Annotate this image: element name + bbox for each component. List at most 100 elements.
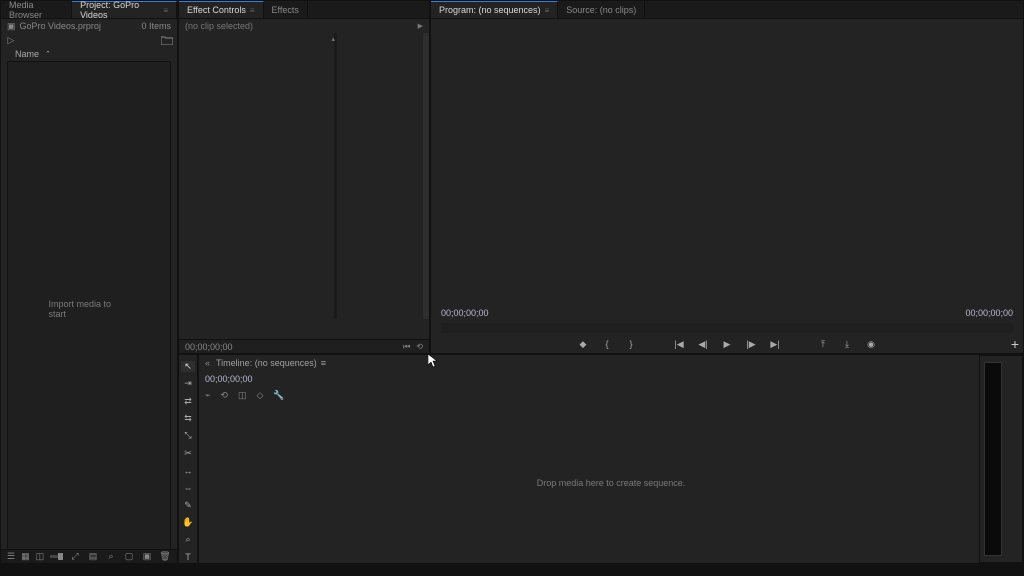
sort-icons-button[interactable]: ⤢	[69, 552, 81, 562]
project-path-row: ▣ GoPro Videos.prproj 0 Items	[1, 19, 177, 33]
export-frame-button[interactable]: ◉	[864, 337, 878, 351]
timeline-options: ⌁ ⟲ ◫ ◇ 🔧	[199, 387, 1023, 403]
slide-tool[interactable]: ⇔	[181, 482, 195, 493]
tab-program[interactable]: Program: (no sequences) ≡	[431, 1, 558, 18]
status-bar	[0, 564, 1024, 576]
tab-label: Program: (no sequences)	[439, 5, 541, 15]
program-tabbar: Program: (no sequences) ≡ Source: (no cl…	[431, 1, 1023, 19]
sort-caret-icon: ⌃	[45, 50, 51, 58]
program-video-area[interactable]	[431, 19, 1023, 305]
ec-timecode[interactable]: 00;00;00;00	[185, 342, 233, 352]
play-toggle-button[interactable]: ▶	[720, 337, 734, 351]
loop-playback-icon[interactable]: ⟲	[416, 342, 423, 352]
project-panel: Media Browser Project: GoPro Videos ≡ ▣ …	[0, 0, 178, 564]
tab-label: Effect Controls	[187, 5, 246, 15]
timeline-header: « Timeline: (no sequences) ≡	[199, 355, 1023, 371]
tab-source[interactable]: Source: (no clips)	[558, 1, 645, 18]
step-back-button[interactable]: ◀|	[696, 337, 710, 351]
mark-in-button[interactable]: {	[600, 337, 614, 351]
mark-out-button[interactable]: }	[624, 337, 638, 351]
program-monitor-panel: Program: (no sequences) ≡ Source: (no cl…	[430, 0, 1024, 354]
timeline-prev-icon[interactable]: «	[205, 358, 210, 368]
tab-label: Effects	[272, 5, 299, 15]
timeline-panel: « Timeline: (no sequences) ≡ 00;00;00;00…	[198, 354, 1024, 564]
status-indicator-icon[interactable]	[4, 565, 14, 575]
playhead-marker-icon: ▶	[418, 22, 423, 30]
program-ruler[interactable]	[441, 323, 1013, 333]
selection-tool[interactable]: ↖	[181, 361, 195, 372]
ec-splitter[interactable]	[334, 33, 337, 319]
step-forward-button[interactable]: |▶	[744, 337, 758, 351]
column-name-label: Name	[15, 49, 39, 59]
program-time-row: 00;00;00;00 00;00;00;00	[431, 305, 1023, 321]
rolling-edit-tool[interactable]: ⇆	[181, 413, 195, 424]
audio-meter[interactable]	[984, 362, 1002, 556]
tab-menu-icon[interactable]: ≡	[250, 6, 255, 15]
project-file-icon: ▣	[7, 21, 16, 32]
go-to-in-button[interactable]: |◀	[672, 337, 686, 351]
bin-collapse-icon[interactable]: ▷	[5, 35, 17, 45]
tab-project[interactable]: Project: GoPro Videos ≡	[72, 1, 177, 18]
effect-controls-panel: Effect Controls ≡ Effects (no clip selec…	[178, 0, 430, 354]
zoom-to-sequence-icon[interactable]: ⏮	[403, 342, 410, 352]
new-item-button[interactable]: ▣	[141, 552, 153, 562]
timeline-display-settings[interactable]: ◇	[256, 390, 263, 401]
tab-label: Project: GoPro Videos	[80, 0, 159, 20]
project-column-header[interactable]: Name ⌃	[1, 47, 177, 61]
project-item-count: 0 Items	[141, 21, 171, 31]
ec-playhead-icon: ▴	[331, 35, 335, 43]
zoom-slider-thumb[interactable]	[58, 553, 63, 560]
project-tabbar: Media Browser Project: GoPro Videos ≡	[1, 1, 177, 19]
type-tool[interactable]: T	[181, 552, 195, 563]
ec-scrollbar[interactable]	[423, 33, 429, 319]
project-empty-message: Import media to start	[49, 299, 130, 319]
pen-tool[interactable]: ✎	[181, 500, 195, 511]
effect-controls-tabbar: Effect Controls ≡ Effects	[179, 1, 429, 19]
tab-label: Timeline: (no sequences)	[216, 358, 317, 368]
lift-button[interactable]: ⤒	[816, 337, 830, 351]
rate-stretch-tool[interactable]: ⤡	[181, 430, 195, 441]
project-body[interactable]: Import media to start	[7, 61, 171, 557]
extract-button[interactable]: ⤓	[840, 337, 854, 351]
tab-menu-icon[interactable]: ≡	[545, 6, 550, 15]
linked-selection-toggle[interactable]: ⟲	[220, 390, 228, 401]
zoom-tool[interactable]: ⌕	[181, 534, 195, 545]
icon-view-button[interactable]: ▦	[21, 552, 30, 562]
tab-effect-controls[interactable]: Effect Controls ≡	[179, 1, 264, 18]
audio-meters-panel	[979, 355, 1023, 563]
add-marker-toggle[interactable]: ◫	[238, 390, 247, 401]
clear-button[interactable]: 🗑	[159, 552, 171, 562]
timeline-timecode[interactable]: 00;00;00;00	[199, 371, 1023, 387]
tab-menu-icon[interactable]: ≡	[321, 358, 326, 368]
go-to-out-button[interactable]: ▶|	[768, 337, 782, 351]
freeform-view-button[interactable]: ◫	[36, 552, 45, 562]
program-controls: ◆ { } |◀ ◀| ▶ |▶ ▶| ⤒ ⤓ ◉ +	[431, 335, 1023, 353]
bin-folder-icon[interactable]	[161, 35, 173, 45]
add-marker-button[interactable]: ◆	[576, 337, 590, 351]
tab-timeline[interactable]: Timeline: (no sequences) ≡	[216, 358, 326, 368]
razor-tool[interactable]: ✂	[181, 448, 195, 459]
timeline-wrench-icon[interactable]: 🔧	[273, 390, 284, 401]
new-bin-button[interactable]: ▢	[123, 552, 135, 562]
snap-toggle[interactable]: ⌁	[205, 390, 210, 401]
tab-media-browser[interactable]: Media Browser	[1, 1, 72, 18]
timeline-timecode-value: 00;00;00;00	[205, 374, 253, 384]
button-editor-icon[interactable]: +	[1011, 336, 1019, 352]
ripple-edit-tool[interactable]: ⇄	[181, 396, 195, 407]
timeline-drop-area[interactable]: Drop media here to create sequence.	[199, 403, 1023, 563]
hand-tool[interactable]: ✋	[181, 517, 195, 528]
tab-effects[interactable]: Effects	[264, 1, 308, 18]
program-timecode-right[interactable]: 00;00;00;00	[965, 308, 1013, 318]
slip-tool[interactable]: ↔	[181, 465, 195, 476]
no-clip-label: (no clip selected)	[185, 21, 253, 31]
program-timecode-left[interactable]: 00;00;00;00	[441, 308, 489, 318]
zoom-slider[interactable]	[50, 555, 63, 558]
tab-menu-icon[interactable]: ≡	[163, 6, 168, 15]
list-view-button[interactable]: ☰	[7, 552, 15, 562]
automate-sequence-button[interactable]: ▤	[87, 552, 99, 562]
track-select-forward-tool[interactable]: ⇥	[181, 378, 195, 389]
project-bottom-toolbar: ☰ ▦ ◫ ⤢ ▤ ⌕ ▢ ▣ 🗑	[1, 549, 177, 563]
effect-controls-body: ▴	[179, 33, 429, 339]
find-button[interactable]: ⌕	[105, 552, 117, 562]
timeline-body[interactable]: Drop media here to create sequence.	[199, 403, 1023, 563]
